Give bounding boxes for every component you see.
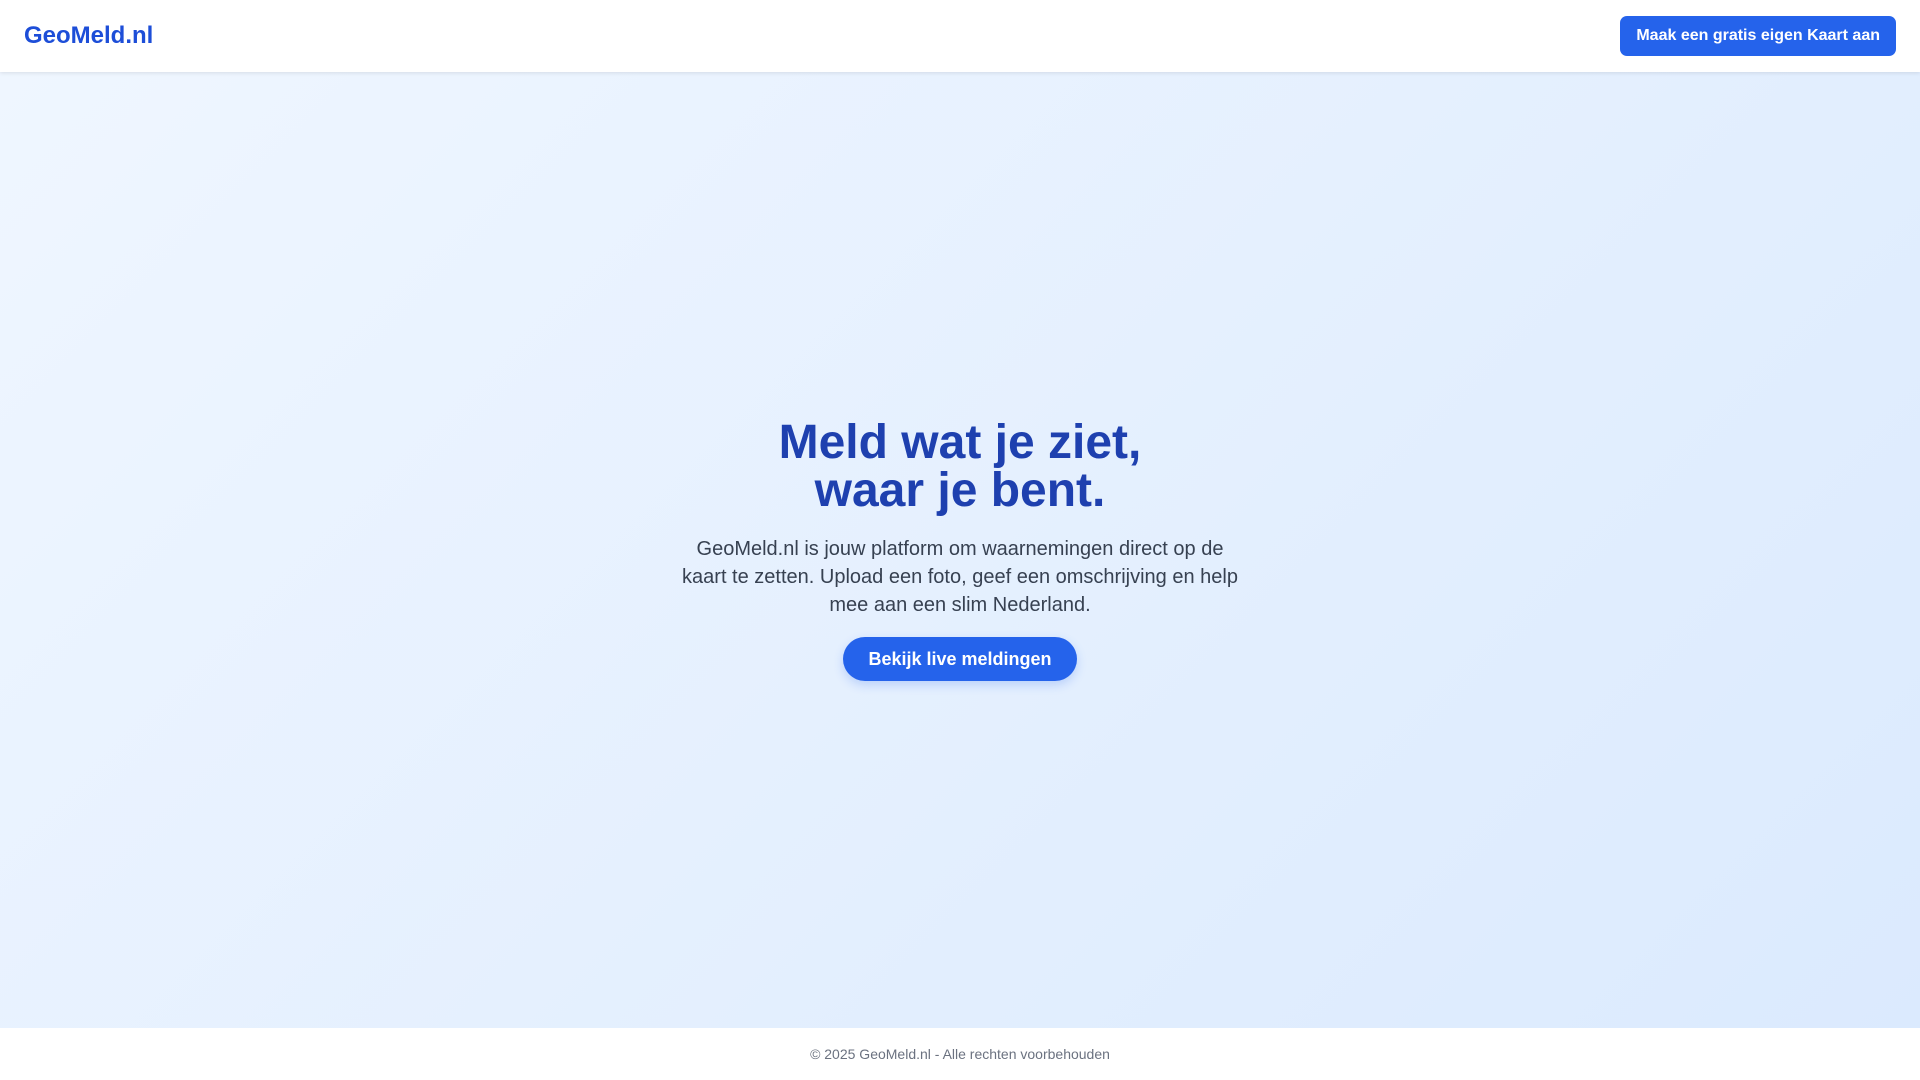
hero-title-line-1: Meld wat je ziet, (778, 416, 1142, 469)
hero-title-line-2: waar je bent. (814, 464, 1106, 517)
view-live-reports-button[interactable]: Bekijk live meldingen (843, 637, 1077, 681)
footer-copyright: © 2025 GeoMeld.nl - Alle rechten voorbeh… (810, 1046, 1110, 1062)
hero-section: Meld wat je ziet, waar je bent. GeoMeld.… (0, 72, 1920, 1028)
hero-title: Meld wat je ziet, waar je bent. (779, 419, 1142, 515)
site-logo[interactable]: GeoMeld.nl (24, 22, 153, 50)
hero-description: GeoMeld.nl is jouw platform om waarnemin… (682, 538, 1238, 616)
site-footer: © 2025 GeoMeld.nl - Alle rechten voorbeh… (0, 1028, 1920, 1080)
site-header: GeoMeld.nl Maak een gratis eigen Kaart a… (0, 0, 1920, 72)
create-free-map-button[interactable]: Maak een gratis eigen Kaart aan (1620, 16, 1896, 56)
